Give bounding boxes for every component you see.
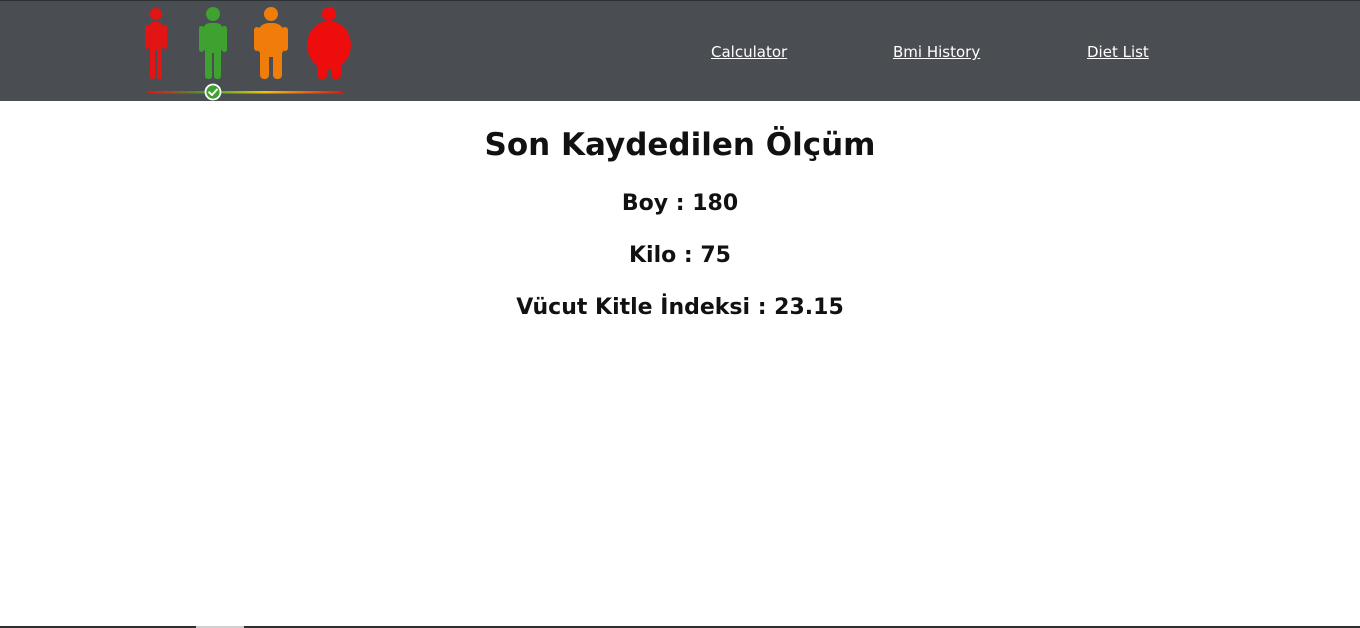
navbar: Calculator Bmi History Diet List	[0, 0, 1360, 101]
nav-link-bmi-history[interactable]: Bmi History	[893, 43, 980, 61]
weight-value: Kilo : 75	[629, 243, 731, 268]
page-title: Son Kaydedilen Ölçüm	[484, 127, 876, 163]
nav-link-calculator[interactable]: Calculator	[711, 43, 787, 61]
bmi-scale-bar	[148, 91, 343, 94]
underweight-figure-icon	[145, 8, 167, 79]
bmi-figures-logo[interactable]	[140, 5, 355, 101]
obese-figure-icon	[307, 7, 351, 79]
bmi-value: Vücut Kitle İndeksi : 23.15	[516, 295, 844, 320]
check-icon	[204, 83, 222, 101]
nav-link-diet-list[interactable]: Diet List	[1087, 43, 1149, 61]
overweight-figure-icon	[254, 7, 288, 79]
normal-figure-icon	[199, 7, 227, 79]
height-value: Boy : 180	[621, 191, 739, 216]
